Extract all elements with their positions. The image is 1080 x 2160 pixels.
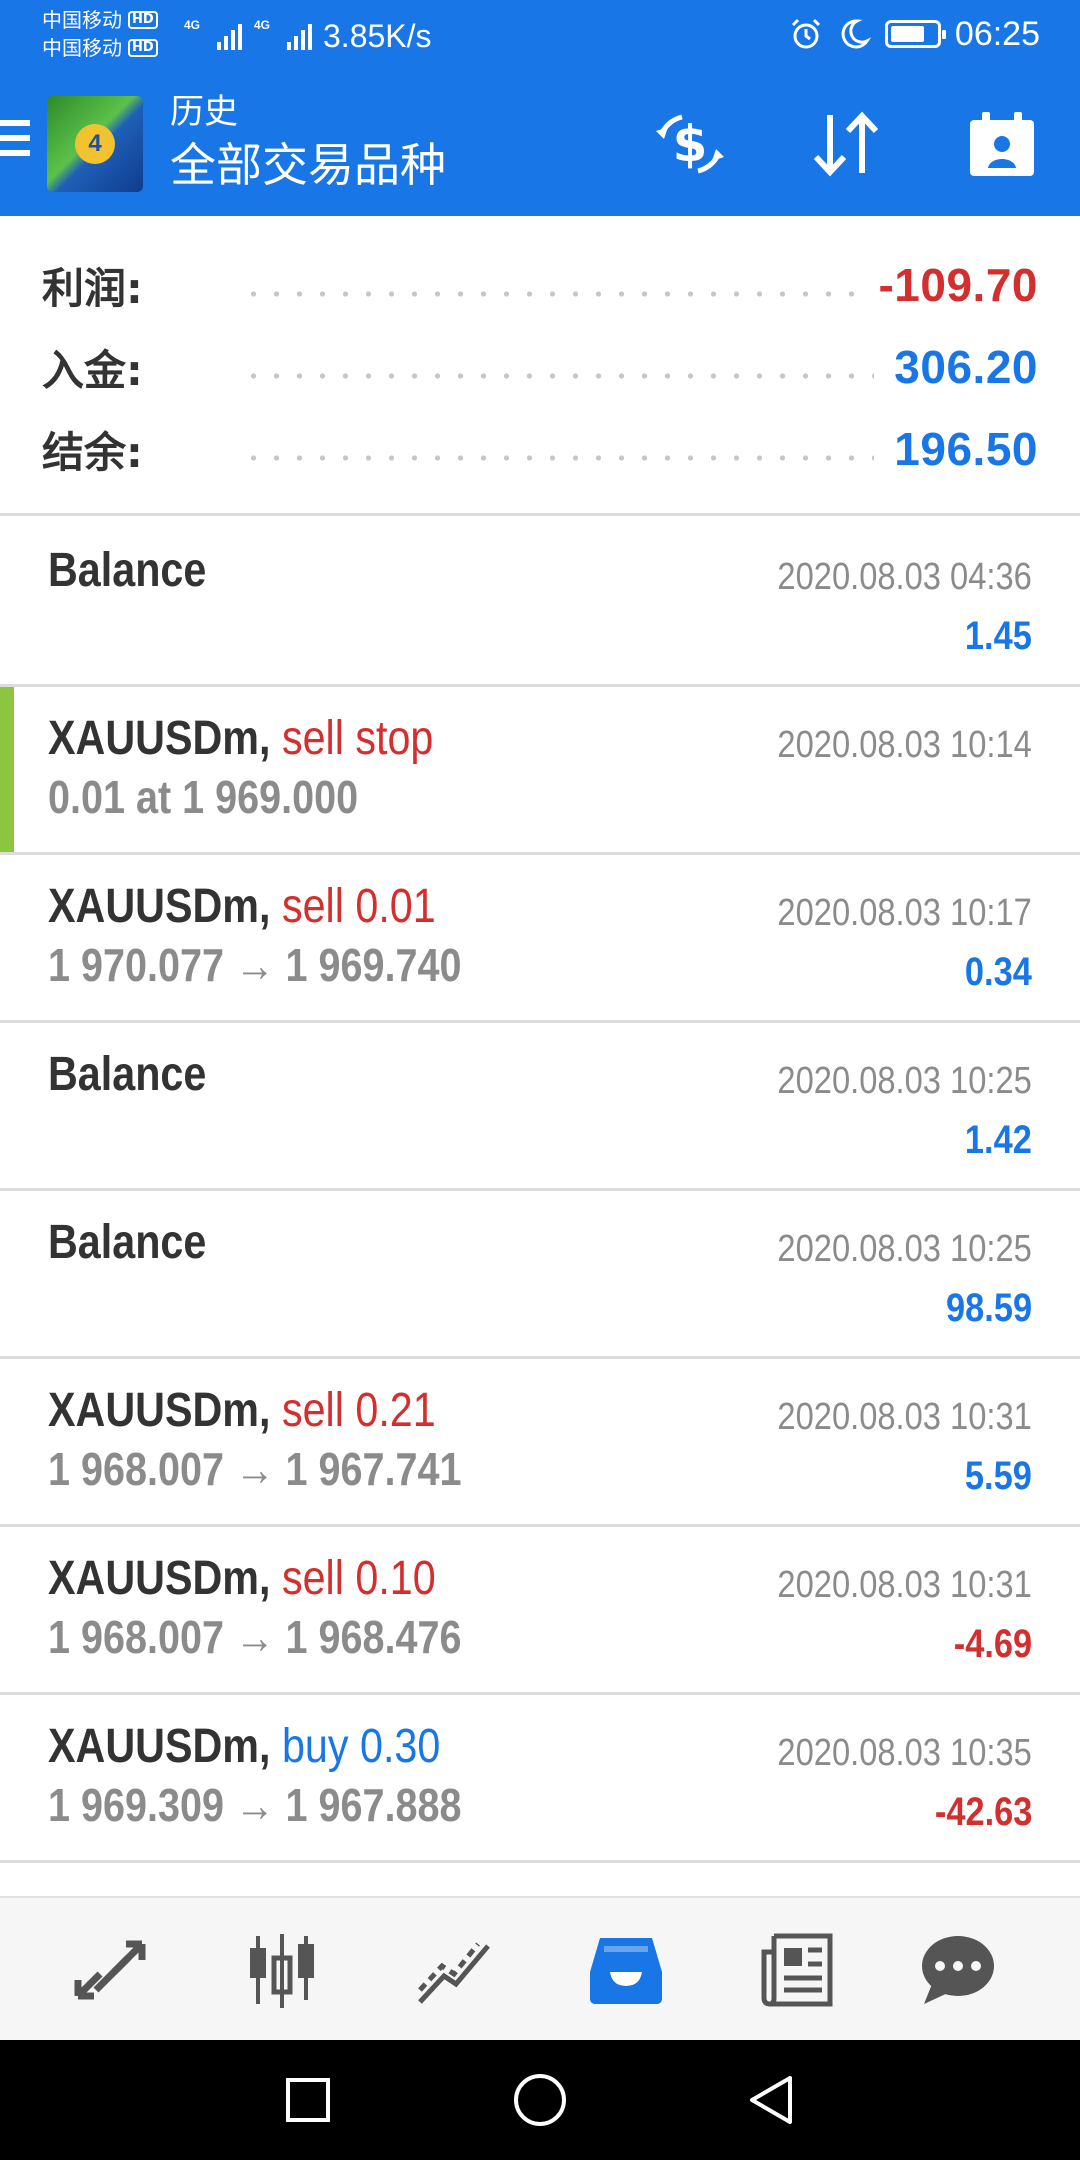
quotes-arrows-icon [74, 1940, 146, 2000]
recent-apps-icon[interactable] [276, 2068, 340, 2132]
home-icon[interactable] [508, 2068, 572, 2132]
dotted-leader [242, 373, 875, 379]
dotted-leader [242, 291, 859, 297]
trade-line-icon [418, 1942, 490, 2004]
deal-profit: 98.59 [945, 1286, 1032, 1330]
page-title: 全部交易品种 [170, 138, 446, 192]
inbox-icon [590, 1938, 662, 2004]
candlestick-icon [250, 1934, 314, 2008]
summary-label: 利润: [42, 263, 143, 313]
menu-icon[interactable] [0, 120, 30, 165]
nav-news[interactable] [748, 1924, 848, 2016]
nav-quotes[interactable] [60, 1924, 160, 2016]
newspaper-icon [761, 1933, 833, 2007]
summary-value: -109.70 [878, 259, 1038, 311]
nav-history[interactable] [576, 1924, 676, 2016]
deal-symbol: XAUUSDm, [48, 1720, 271, 1773]
signal-icon: 4G [254, 18, 312, 52]
deposit-icon[interactable]: $ [648, 106, 732, 182]
deal-time: 2020.08.03 10:25 [777, 1060, 1032, 1102]
deal-action: sell stop [281, 712, 434, 765]
deal-time: 2020.08.03 10:35 [777, 1732, 1032, 1774]
battery-icon [884, 20, 946, 48]
deal-detail: 1 970.077 → 1 969.740 [48, 939, 462, 991]
deal-profit: 0.34 [965, 950, 1032, 994]
deal-profit: 5.59 [965, 1454, 1032, 1498]
deal-profit: 1.45 [965, 614, 1032, 658]
deal-row[interactable]: XAUUSDm, sell 0.01 1 970.077 → 1 969.740… [0, 855, 1080, 1023]
deal-action: sell 0.10 [281, 1552, 436, 1605]
bottom-navigation [0, 1896, 1080, 2040]
deal-symbol: XAUUSDm, [48, 712, 271, 765]
dotted-leader [242, 455, 875, 461]
deal-time: 2020.08.03 10:17 [777, 892, 1032, 934]
logo-badge: 4 [75, 124, 115, 164]
period-icon[interactable] [960, 106, 1044, 182]
hd-badge: HD [128, 39, 158, 57]
nav-messages[interactable] [908, 1924, 1008, 2016]
deal-row[interactable]: Balance 2020.08.03 10:25 1.42 [0, 1023, 1080, 1191]
deal-symbol: Balance [48, 1048, 207, 1101]
summary-profit-row: 利润: -109.70 [42, 244, 1038, 326]
deal-row[interactable]: XAUUSDm, sell 0.10 1 968.007 → 1 968.476… [0, 1527, 1080, 1695]
moon-icon [841, 19, 871, 49]
deal-symbol: XAUUSDm, [48, 1384, 271, 1437]
summary-label: 入金: [42, 345, 143, 395]
carrier-1: 中国移动 [42, 8, 122, 32]
carrier-2: 中国移动 [42, 36, 122, 60]
deal-profit: -42.63 [934, 1790, 1032, 1834]
deal-row[interactable]: Balance 2020.08.03 10:25 98.59 [0, 1191, 1080, 1359]
summary-balance-row: 结余: 196.50 [42, 408, 1038, 490]
svg-text:$: $ [673, 115, 708, 173]
summary-value: 306.20 [894, 341, 1038, 393]
deal-symbol: XAUUSDm, [48, 880, 271, 933]
signal-indicators: 4G 4G [184, 18, 312, 52]
network-type-2: 4G [254, 18, 271, 32]
deal-detail: 0.01 at 1 969.000 [48, 771, 359, 823]
deal-row[interactable]: XAUUSDm, buy 0.30 1 969.309 → 1 967.888 … [0, 1695, 1080, 1863]
deal-detail: 1 968.007 → 1 967.741 [48, 1443, 462, 1495]
summary-value: 196.50 [894, 423, 1038, 475]
deal-symbol: Balance [48, 1216, 207, 1269]
deal-time: 2020.08.03 10:31 [777, 1564, 1032, 1606]
carrier-info: 中国移动 HD 中国移动 HD [42, 6, 158, 62]
account-summary: 利润: -109.70 入金: 306.20 结余: 196.50 [0, 216, 1080, 516]
title-block[interactable]: 历史 全部交易品种 [170, 90, 446, 196]
page-subtitle: 历史 [170, 92, 238, 132]
deal-symbol: XAUUSDm, [48, 1552, 271, 1605]
net-speed: 3.85K/s [323, 18, 432, 54]
signal-icon: 4G [184, 18, 242, 52]
summary-label: 结余: [42, 427, 143, 477]
deal-action: sell 0.21 [281, 1384, 436, 1437]
deal-row[interactable]: XAUUSDm, sell 0.21 1 968.007 → 1 967.741… [0, 1359, 1080, 1527]
deal-detail: 1 968.007 → 1 968.476 [48, 1611, 462, 1663]
alarm-icon [791, 18, 820, 49]
deal-time: 2020.08.03 04:36 [777, 556, 1032, 598]
sort-icon[interactable] [804, 106, 888, 182]
network-type-1: 4G [184, 18, 201, 32]
app-logo[interactable]: 4 [47, 96, 143, 192]
app-bar: 4 历史 全部交易品种 $ [0, 72, 1080, 216]
system-nav-bar [0, 2040, 1080, 2160]
deal-symbol: Balance [48, 544, 207, 597]
status-time: 06:25 [954, 15, 1040, 53]
chat-bubble-icon [922, 1936, 994, 2004]
deal-action: buy 0.30 [281, 1720, 441, 1773]
nav-chart[interactable] [232, 1924, 332, 2016]
deal-time: 2020.08.03 10:14 [777, 724, 1032, 766]
deal-time: 2020.08.03 10:25 [777, 1228, 1032, 1270]
deal-profit: 1.42 [965, 1118, 1032, 1162]
deal-detail: 1 969.309 → 1 967.888 [48, 1779, 462, 1831]
deal-row[interactable]: Balance 2020.08.03 04:36 1.45 [0, 519, 1080, 687]
deal-action: sell 0.01 [281, 880, 436, 933]
status-bar: 中国移动 HD 中国移动 HD 4G 4G 3.85K/s 06:25 [0, 0, 1080, 72]
hd-badge: HD [128, 11, 158, 29]
deal-profit: -4.69 [953, 1622, 1032, 1666]
summary-deposit-row: 入金: 306.20 [42, 326, 1038, 408]
back-icon[interactable] [740, 2068, 804, 2132]
deal-row[interactable]: XAUUSDm, sell stop 0.01 at 1 969.000 202… [0, 687, 1080, 855]
deal-time: 2020.08.03 10:31 [777, 1396, 1032, 1438]
nav-trade[interactable] [404, 1924, 504, 2016]
pending-order-marker [0, 687, 14, 852]
